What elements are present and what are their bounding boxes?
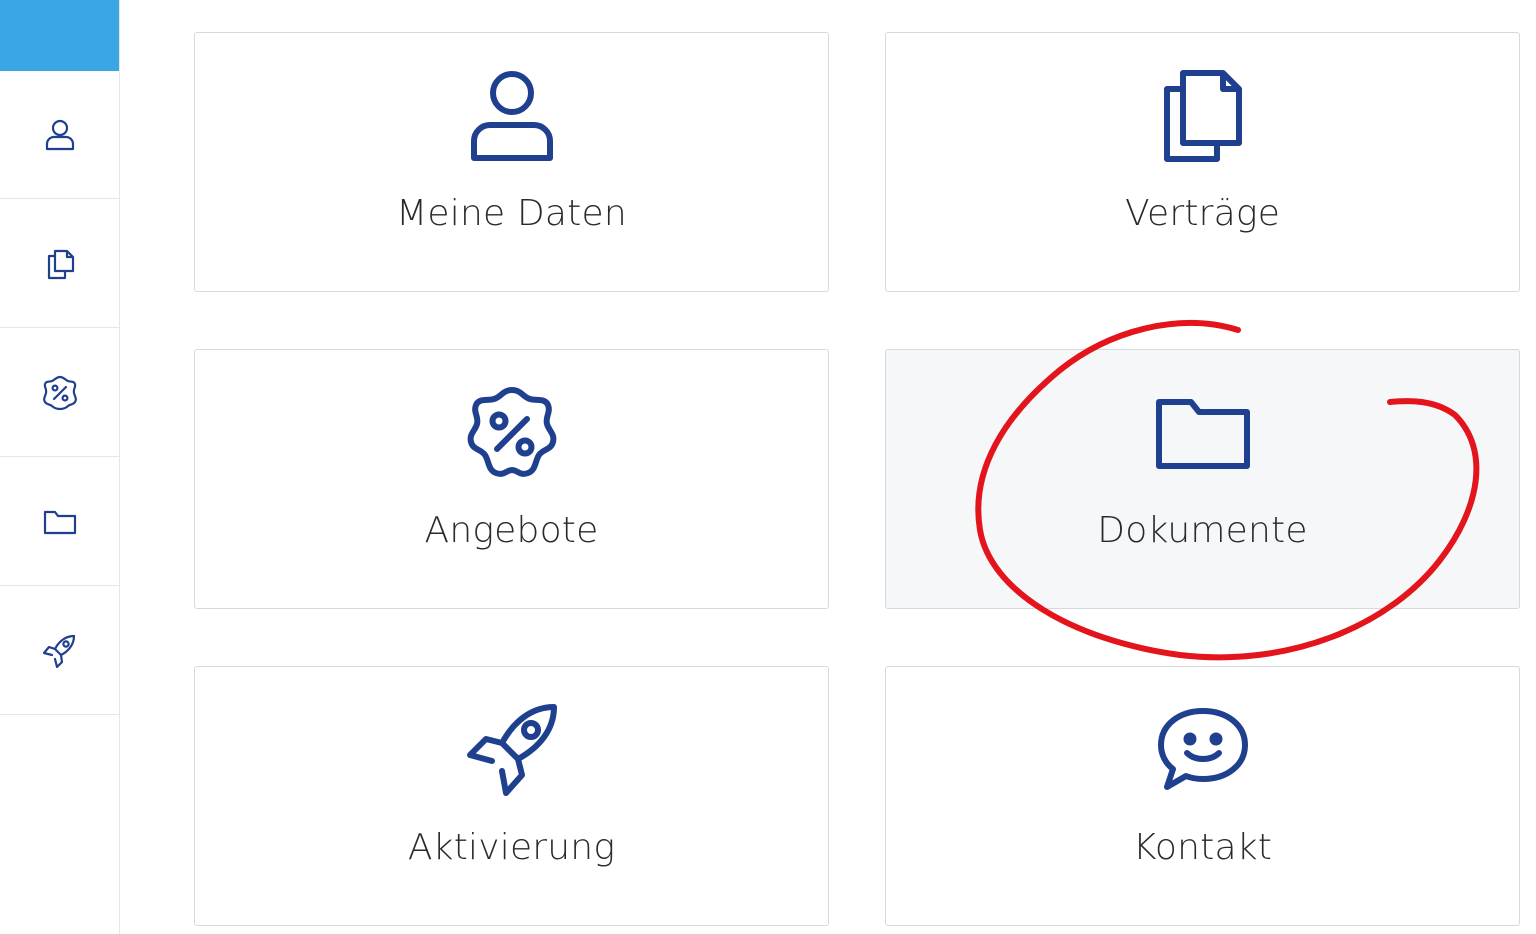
tile-angebote[interactable]: Angebote [194,349,829,609]
chat-smile-icon [1157,708,1248,790]
sidebar-item-aktivierung[interactable] [0,587,119,715]
rocket-icon [42,634,75,668]
tile-kontakt[interactable]: Kontakt [885,666,1520,926]
tile-aktivierung[interactable]: Aktivierung [194,666,829,926]
tile-label: Dokumente [1097,510,1308,551]
tile-label: Kontakt [1132,827,1273,868]
tile-vertraege[interactable]: Verträge [885,32,1520,292]
sidebar [0,0,120,934]
user-icon [45,119,74,150]
sidebar-item-dokumente[interactable] [0,458,119,586]
tile-meine-daten[interactable]: Meine Daten [194,32,829,292]
user-icon [470,71,553,161]
tile-label: Verträge [1124,193,1281,234]
tile-label: Meine Daten [396,193,627,234]
sidebar-item-home[interactable] [0,0,119,71]
documents-copy-icon [47,249,74,279]
documents-copy-icon [1163,70,1242,162]
rocket-icon [466,704,557,796]
folder-icon [43,510,76,534]
sidebar-item-meine-daten[interactable] [0,71,119,199]
percent-badge-icon [467,387,556,477]
tile-label: Aktivierung [407,827,616,868]
percent-badge-icon [42,375,77,410]
sidebar-item-angebote[interactable] [0,329,119,457]
tile-label: Angebote [424,510,599,551]
tile-dokumente[interactable]: Dokumente [885,349,1520,609]
folder-icon [1155,399,1250,469]
sidebar-item-vertraege[interactable] [0,200,119,328]
